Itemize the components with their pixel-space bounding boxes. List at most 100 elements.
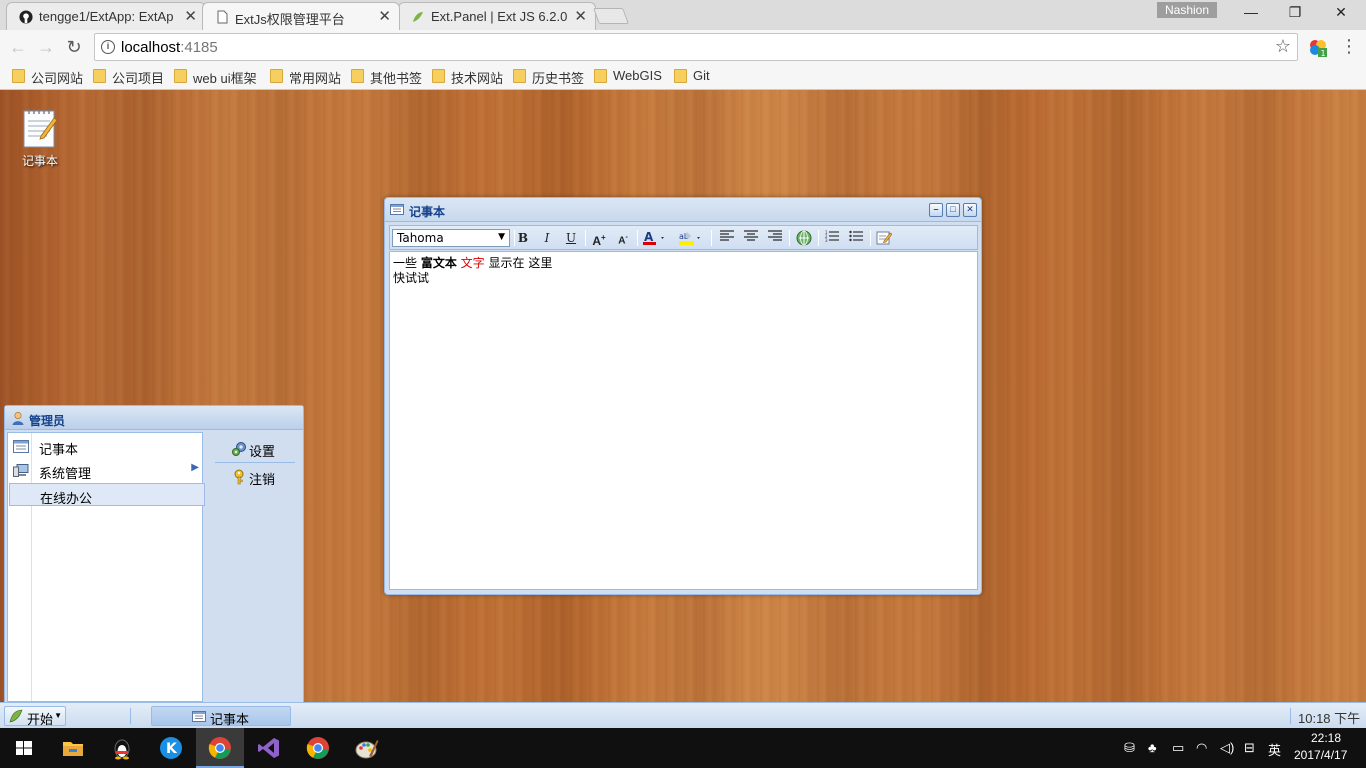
close-tab-icon[interactable]: ✕	[184, 7, 197, 25]
paint-palette-icon	[355, 740, 379, 759]
grow-font-button[interactable]: A+	[590, 230, 608, 248]
bookmark-folder[interactable]: 公司网站	[12, 68, 83, 87]
volume-tray-icon[interactable]: ◁)	[1220, 740, 1234, 756]
editor-line-2: 快试试	[393, 271, 430, 285]
close-window-icon[interactable]: ✕	[1318, 4, 1364, 24]
bookmark-folder[interactable]: 常用网站	[270, 68, 341, 87]
reload-icon[interactable]: ↻	[62, 35, 86, 59]
bookmark-folder[interactable]: 技术网站	[432, 68, 503, 87]
highlight-button[interactable]: ab	[678, 230, 704, 246]
tab-github[interactable]: tengge1/ExtApp: ExtAp ✕	[6, 2, 206, 30]
windows-start-button[interactable]	[0, 728, 48, 768]
underline-button[interactable]: U	[562, 230, 580, 246]
forward-icon[interactable]: →	[34, 35, 58, 59]
tab-ext-panel[interactable]: Ext.Panel | Ext JS 6.2.0 ✕	[398, 2, 596, 30]
extension-icon[interactable]: 1	[1308, 38, 1328, 58]
unordered-list-button[interactable]	[847, 230, 865, 246]
shrink-font-button[interactable]: A-	[614, 230, 632, 246]
os-clock-date[interactable]: 2017/4/17	[1294, 748, 1347, 762]
battery-tray-icon[interactable]: ▭	[1172, 740, 1184, 756]
bookmark-folder[interactable]: 其他书签	[351, 68, 422, 87]
notepad-icon	[192, 711, 206, 722]
taskbar-notepad-button[interactable]: 记事本	[151, 706, 291, 727]
ext-clock: 10:18 下午	[1290, 708, 1360, 726]
align-left-button[interactable]	[718, 230, 736, 246]
minimize-icon[interactable]: —	[1228, 4, 1274, 24]
bookmark-folder[interactable]: web ui框架	[174, 68, 257, 87]
address-bar[interactable]: i localhost:4185 ☆	[94, 33, 1298, 61]
bookmark-folder[interactable]: 公司项目	[93, 68, 164, 87]
create-link-button[interactable]	[795, 230, 813, 246]
start-menu-header: 管理员	[5, 406, 303, 430]
close-tab-icon[interactable]: ✕	[574, 7, 587, 25]
bookmark-folder[interactable]: 历史书签	[513, 68, 584, 87]
editor-line-1: 一些 富文本 文字 显示在 这里	[393, 256, 553, 270]
qq-tray-icon[interactable]: ♣	[1148, 740, 1157, 755]
visual-studio-icon	[258, 738, 279, 758]
font-family-select[interactable]: Tahoma ▼	[392, 229, 510, 247]
web-desktop: 记事本 记事本 – □ ✕ Tahoma ▼ B I U A+ A- A ab …	[0, 90, 1366, 702]
font-color-button[interactable]: A	[642, 230, 668, 246]
unordered-list-icon	[849, 230, 863, 242]
chrome-menu-icon[interactable]: ⋮	[1340, 36, 1358, 57]
source-edit-icon	[876, 231, 893, 245]
taskbar-qq[interactable]	[98, 728, 146, 768]
folder-icon	[63, 742, 83, 756]
svg-text:3: 3	[825, 238, 828, 243]
link-icon	[796, 230, 812, 246]
menu-item-notepad[interactable]: 记事本	[9, 435, 205, 458]
close-window-icon[interactable]: ✕	[963, 203, 977, 217]
start-menu-items: 记事本 系统管理 ▶ 在线办公	[7, 432, 205, 702]
richtext-editor[interactable]: 一些 富文本 文字 显示在 这里 快试试	[389, 251, 978, 590]
start-menu-tools: 设置 注销	[205, 432, 303, 702]
bookmark-star-icon[interactable]: ☆	[1275, 36, 1291, 57]
start-button[interactable]: 开始 ▼	[4, 706, 66, 727]
site-info-icon[interactable]: i	[101, 40, 115, 54]
windows-logo-icon	[16, 741, 32, 755]
bookmarks-bar: 公司网站 公司项目 web ui框架 常用网站 其他书签 技术网站 历史书签 W…	[0, 64, 1366, 90]
taskbar-chrome[interactable]	[294, 728, 342, 768]
tab-title: tengge1/ExtApp: ExtAp	[39, 9, 174, 24]
font-color-icon: A	[643, 230, 664, 245]
bold-button[interactable]: B	[514, 230, 532, 246]
align-right-button[interactable]	[766, 230, 784, 246]
notepad-window-header[interactable]: 记事本 – □ ✕	[385, 198, 981, 222]
restore-icon[interactable]: ❐	[1272, 4, 1318, 24]
source-edit-button[interactable]	[875, 230, 893, 246]
taskbar-k-app[interactable]: K	[147, 728, 195, 768]
browser-toolbar: ← → ↻ i localhost:4185 ☆ 1 ⋮	[0, 30, 1366, 64]
bookmark-folder[interactable]: WebGIS	[594, 68, 662, 83]
key-icon	[234, 469, 244, 485]
maximize-window-icon[interactable]: □	[946, 203, 960, 217]
menu-item-online-office[interactable]: 在线办公	[9, 483, 205, 506]
richtext-toolbar: Tahoma ▼ B I U A+ A- A ab 1 2 3	[389, 225, 978, 250]
ordered-list-button[interactable]: 123	[823, 230, 841, 246]
desktop-shortcut-notepad[interactable]: 记事本	[16, 106, 64, 169]
highlight-icon: ab	[679, 232, 700, 245]
taskbar-visual-studio[interactable]	[245, 728, 293, 768]
bookmark-folder[interactable]: Git	[674, 68, 710, 83]
new-tab-button[interactable]	[593, 8, 629, 24]
network-tray-icon[interactable]: ⛁	[1124, 740, 1135, 756]
os-clock-time[interactable]: 22:18	[1306, 731, 1346, 745]
wifi-tray-icon[interactable]: ◠	[1196, 740, 1207, 756]
notepad-window-icon	[390, 204, 404, 215]
settings-button[interactable]: 设置	[215, 436, 295, 460]
taskbar-paint[interactable]	[343, 728, 391, 768]
ime-language-indicator[interactable]: 英	[1268, 740, 1281, 759]
menu-item-system-management[interactable]: 系统管理 ▶	[9, 459, 205, 482]
ime-mode-tray-icon[interactable]: ⊟	[1244, 740, 1255, 756]
align-center-button[interactable]	[742, 230, 760, 246]
profile-badge[interactable]: Nashion	[1157, 2, 1217, 18]
tab-extjs-platform[interactable]: ExtJs权限管理平台 ✕	[202, 2, 400, 30]
taskbar-file-explorer[interactable]	[49, 728, 97, 768]
browser-tab-strip: tengge1/ExtApp: ExtAp ✕ ExtJs权限管理平台 ✕ Ex…	[0, 0, 1366, 30]
italic-button[interactable]: I	[538, 230, 556, 246]
logout-button[interactable]: 注销	[215, 464, 295, 488]
minimize-window-icon[interactable]: –	[929, 203, 943, 217]
gear-icon	[232, 442, 246, 456]
close-tab-icon[interactable]: ✕	[378, 7, 391, 25]
taskbar-chrome-active[interactable]	[196, 728, 244, 768]
back-icon[interactable]: ←	[6, 35, 30, 59]
notepad-window[interactable]: 记事本 – □ ✕ Tahoma ▼ B I U A+ A- A ab 1 2 …	[384, 197, 982, 595]
